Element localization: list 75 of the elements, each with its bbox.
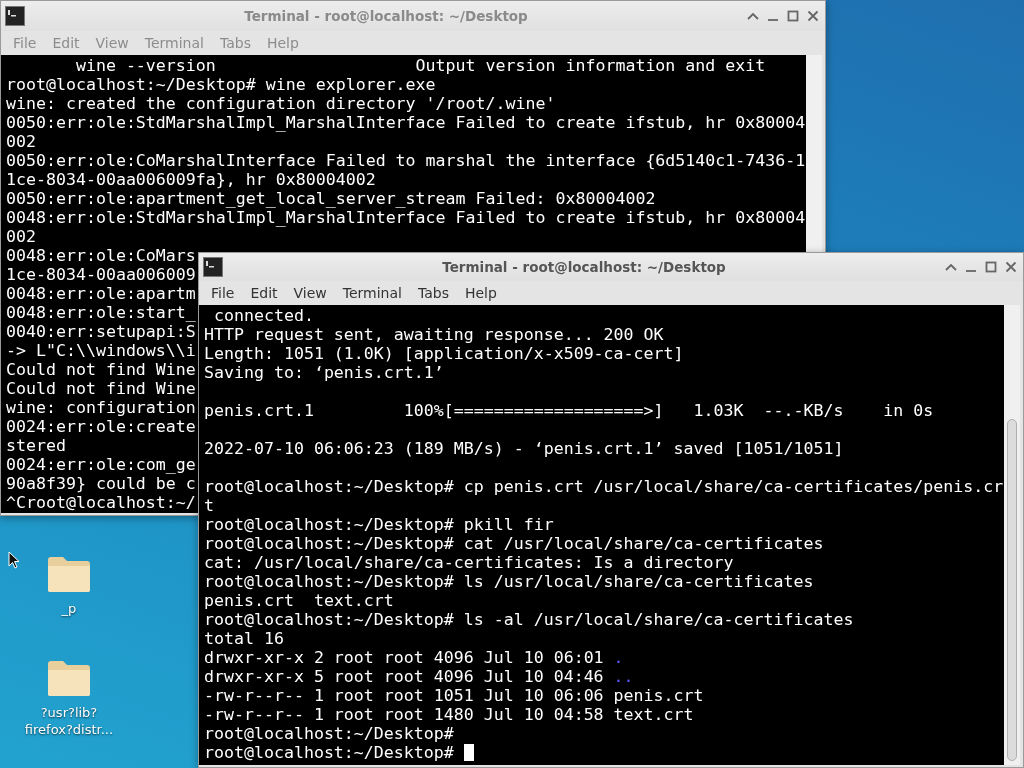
mouse-pointer-icon [8,551,20,569]
maximize-icon[interactable] [985,261,997,273]
close-icon[interactable] [1005,261,1017,273]
maximize-icon[interactable] [787,10,799,22]
menu-item[interactable]: File [203,283,243,303]
terminal-line: Could not find Wine [6,360,196,379]
terminal-line: 002 [6,132,36,151]
terminal-line: 0050:err:ole:CoMarshalInterface Failed to marshal the interface {6d5140c1-7436-1 [6,151,806,170]
terminal-line: root@localhost:~/Desktop# ls /usr/local/share/ca-certificates [204,572,814,591]
menu-item[interactable]: Tabs [211,33,259,53]
scrollbar[interactable] [806,55,822,252]
terminal-line: -rw-r--r-- 1 root root 1051 Jul 10 06:06 penis.crt [204,686,704,705]
terminal-app-icon [203,257,223,277]
window-title: Terminal - root@localhost: ~/Desktop [441,259,727,275]
terminal-line: 2022-07-10 06:06:23 (189 MB/s) - ‘penis.crt.1’ saved [1051/1051] [204,439,844,458]
terminal-line: drwxr-xr-x 2 root root 4096 Jul 10 06:01 . [204,648,624,667]
menu-item[interactable]: Edit [242,283,286,303]
terminal-line: Length: 1051 (1.0K) [application/x-x509-ca-cert] [204,344,684,363]
terminal-line: 0050:err:ole:apartment_get_local_server_stream Failed: 0x80004002 [6,189,656,208]
terminal-line: ^Croot@localhost:~/ [6,493,196,512]
terminal-line: t [204,496,214,515]
folder-icon[interactable] [46,658,92,698]
folder-icon[interactable] [46,554,92,594]
terminal-line: HTTP request sent, awaiting response... 200 OK [204,325,664,344]
menu-item[interactable]: Tabs [409,283,457,303]
scrollbar-thumb[interactable] [1007,419,1017,761]
terminal-line: 0024:err:ole:create [6,417,196,436]
terminal-line: 0050:err:ole:StdMarshalImpl_MarshalInterface Failed to create ifstub, hr 0x80004 [6,113,806,132]
terminal-line: -rw-r--r-- 1 root root 1480 Jul 10 04:58 text.crt [204,705,694,724]
terminal-line: 90a8f39} could be c [6,474,196,493]
menu-item[interactable]: View [285,283,335,303]
terminal-line: cat: /usr/local/share/ca-certificates: Is a directory [204,553,734,572]
menu-item[interactable]: Terminal [334,283,410,303]
terminal-line: connected. [213,306,314,325]
terminal-line: -> L"C:\\windows\\i [6,341,196,360]
terminal-line: penis.crt.1 100%[===================>] 1.03K --.-KB/s in 0s [204,401,934,420]
terminal-line: Saving to: ‘penis.crt.1’ [204,363,444,382]
caret-up-icon[interactable] [747,12,759,20]
terminal-line: wine: created the configuration directory '/root/.wine' [6,94,556,113]
terminal-line: root@localhost:~/Desktop# [204,743,454,762]
close-icon[interactable] [807,10,819,22]
terminal-line: 0048:err:ole:CoMars [6,246,196,265]
terminal-line: root@localhost:~/Desktop# wine explorer.exe [6,75,436,94]
terminal-line: root@localhost:~/Desktop# cat /usr/local/share/ca-certificates [204,534,824,553]
menu-item[interactable]: File [5,33,45,53]
menu-item[interactable]: View [87,33,137,53]
terminal-line: 1ce-8034-00aa006009 [6,265,196,284]
icon-label[interactable]: ?usr?lib? firefox?distr... [24,704,114,738]
icon-label[interactable]: _p [61,600,77,617]
terminal-line: total 16 [204,629,284,648]
terminal-line: 0040:err:setupapi:S [6,322,196,341]
terminal-line: 0024:err:ole:com_ge [6,455,196,474]
terminal-line: root@localhost:~/Desktop# pkill fir [204,515,554,534]
menu-item[interactable]: Help [456,283,505,303]
menu-item[interactable]: Terminal [136,33,212,53]
terminal-line: wine: configuration [6,398,196,417]
terminal-line: drwxr-xr-x 5 root root 4096 Jul 10 04:46 .. [204,667,634,686]
terminal-line: 0048:err:ole:StdMarshalImpl_MarshalInterface Failed to create ifstub, hr 0x80004 [6,208,806,227]
terminal-line: root@localhost:~/Desktop# [204,724,454,743]
terminal-line: 0048:err:ole:apartm [6,284,196,303]
window-title: Terminal - root@localhost: ~/Desktop [243,8,529,24]
terminal-line: 1ce-8034-00aa006009fa}, hr 0x80004002 [6,170,376,189]
terminal-line: root@localhost:~/Desktop# cp penis.crt /usr/local/share/ca-certificates/penis.cr [204,477,1004,496]
terminal-line: 002 [6,227,36,246]
terminal-line: Could not find Wine [6,379,196,398]
terminal-line: wine --version Output version information and exit [74,56,766,75]
terminal-line: 0048:err:ole:start_ [6,303,196,322]
scrollbar[interactable] [1004,305,1020,765]
terminal-line: stered [6,436,66,455]
menu-item[interactable]: Help [258,33,307,53]
terminal-line: penis.crt text.crt [204,591,394,610]
menu-item[interactable]: Edit [44,33,88,53]
terminal-line: root@localhost:~/Desktop# ls -al /usr/local/share/ca-certificates [204,610,854,629]
caret-up-icon[interactable] [945,263,957,271]
terminal-app-icon [5,6,25,26]
